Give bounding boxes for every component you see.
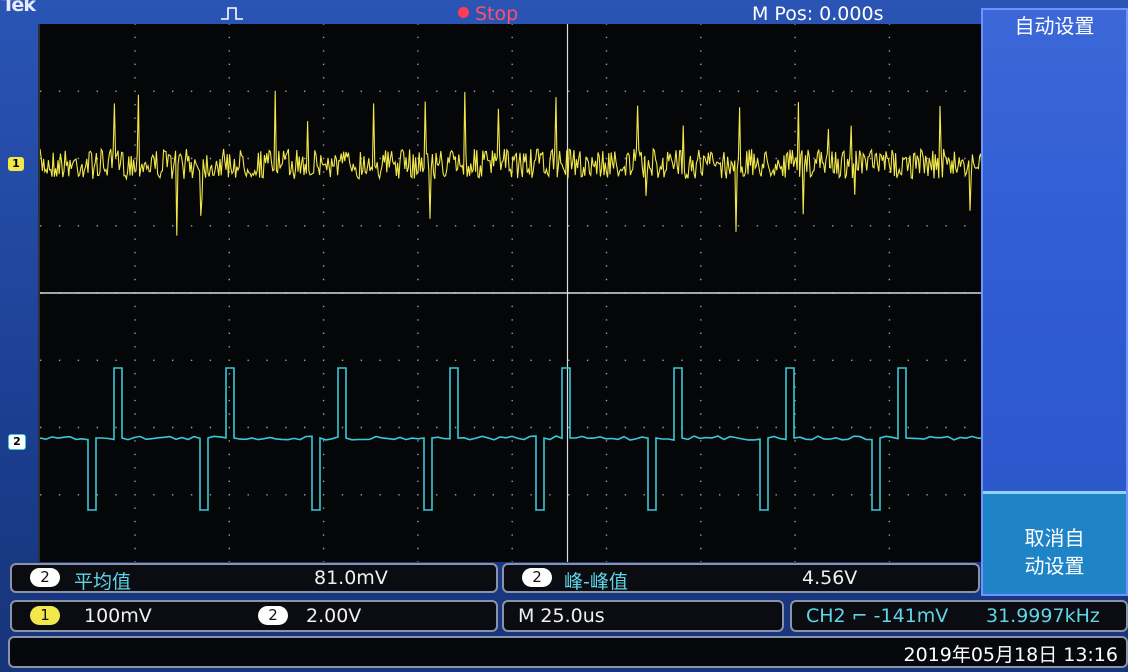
ch2-ground-marker[interactable]: 2 xyxy=(8,434,26,450)
ch1-scale-value: 100mV xyxy=(84,605,152,627)
acquisition-status-label: Stop xyxy=(475,3,519,25)
side-menu: 自动设置 取消自 动设置 xyxy=(981,8,1128,596)
autoset-button[interactable]: 自动设置 xyxy=(983,10,1126,42)
measurement-mean-value: 81.0mV xyxy=(314,567,388,589)
date-time-bar: 2019年05月18日 13:16 xyxy=(8,636,1128,668)
measurement-pk-pk-value: 4.56V xyxy=(802,567,858,589)
ch2-scale-value: 2.00V xyxy=(306,605,362,627)
acquisition-status: Stop xyxy=(458,3,518,25)
measurement-pk-pk-label: 峰-峰值 xyxy=(564,571,628,593)
trigger-value: CH2 ⌐ -141mV xyxy=(806,605,949,627)
undo-autoset-button[interactable]: 取消自 动设置 xyxy=(983,491,1126,594)
oscilloscope-screen: Tek Stop M Pos: 0.000s T 1 2 自动设置 取消自 动设… xyxy=(0,0,1128,672)
frequency-value: 31.9997kHz xyxy=(986,605,1100,627)
brand-logo: Tek xyxy=(2,0,36,16)
status-bar: Tek Stop M Pos: 0.000s xyxy=(0,0,980,25)
measurement-peak-to-peak[interactable]: 2 峰-峰值 4.56V xyxy=(502,563,980,593)
measurement-mean[interactable]: 2 平均值 81.0mV xyxy=(10,563,498,593)
date-time: 2019年05月18日 13:16 xyxy=(903,644,1118,666)
ch1-waveform xyxy=(39,90,983,236)
undo-autoset-line1: 取消自 xyxy=(1024,526,1085,550)
horizontal-position-readout: M Pos: 0.000s xyxy=(752,3,884,25)
ch1-scale-badge: 1 xyxy=(30,606,60,625)
ch2-waveform xyxy=(39,367,1049,511)
measurement-mean-label: 平均值 xyxy=(74,571,132,593)
ch1-ground-marker[interactable]: 1 xyxy=(8,157,24,171)
timebase-readout[interactable]: M 25.0us xyxy=(502,600,784,632)
waveform-display[interactable] xyxy=(38,23,1049,563)
vertical-scale-readout[interactable]: 1 100mV 2 2.00V xyxy=(10,600,498,632)
trigger-type-icon xyxy=(221,7,243,20)
timebase-value: M 25.0us xyxy=(518,605,605,627)
trigger-readout[interactable]: CH2 ⌐ -141mV 31.9997kHz xyxy=(790,600,1128,632)
stop-indicator-icon xyxy=(458,7,469,18)
undo-autoset-line2: 动设置 xyxy=(1024,554,1085,578)
measurement-mean-channel: 2 xyxy=(30,568,60,587)
ch2-scale-badge: 2 xyxy=(258,606,288,625)
graticule xyxy=(39,23,1049,563)
measurement-pk-pk-channel: 2 xyxy=(522,568,552,587)
